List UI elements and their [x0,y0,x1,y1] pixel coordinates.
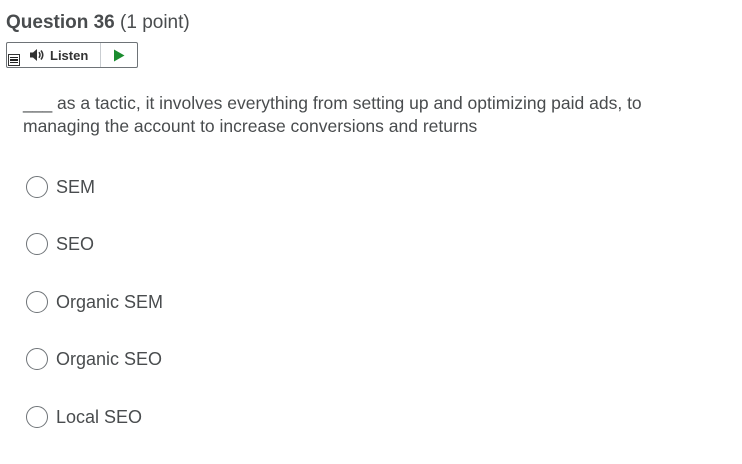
option-organic-seo[interactable]: Organic SEO [26,348,162,370]
question-points: (1 point) [120,12,190,33]
radio-button[interactable] [26,176,48,198]
option-label: SEM [56,176,96,197]
play-button[interactable] [101,43,137,67]
listen-button[interactable]: Listen [7,43,101,67]
question-prompt: ___ as a tactic, it involves everything … [23,93,642,136]
speaker-icon [30,49,44,61]
play-icon [114,49,125,61]
menu-icon[interactable] [8,54,20,66]
radio-button[interactable] [26,233,48,255]
option-label: SEO [56,233,95,254]
readspeaker-toolbar: Listen [6,42,138,68]
option-label: Organic SEO [56,348,163,369]
option-organic-sem[interactable]: Organic SEM [26,291,163,313]
radio-button[interactable] [26,348,48,370]
option-sem[interactable]: SEM [26,176,95,198]
radio-button[interactable] [26,406,48,428]
option-label: Local SEO [56,406,143,427]
radio-button[interactable] [26,291,48,313]
option-local-seo[interactable]: Local SEO [26,406,142,428]
question-header: Question 36 (1 point) [6,11,190,35]
quiz-page: Question 36 (1 point) Listen ___ as a ta… [0,0,742,464]
question-title: Question 36 [6,12,115,33]
listen-label: Listen [50,47,89,63]
option-seo[interactable]: SEO [26,233,94,255]
option-label: Organic SEM [56,291,164,312]
